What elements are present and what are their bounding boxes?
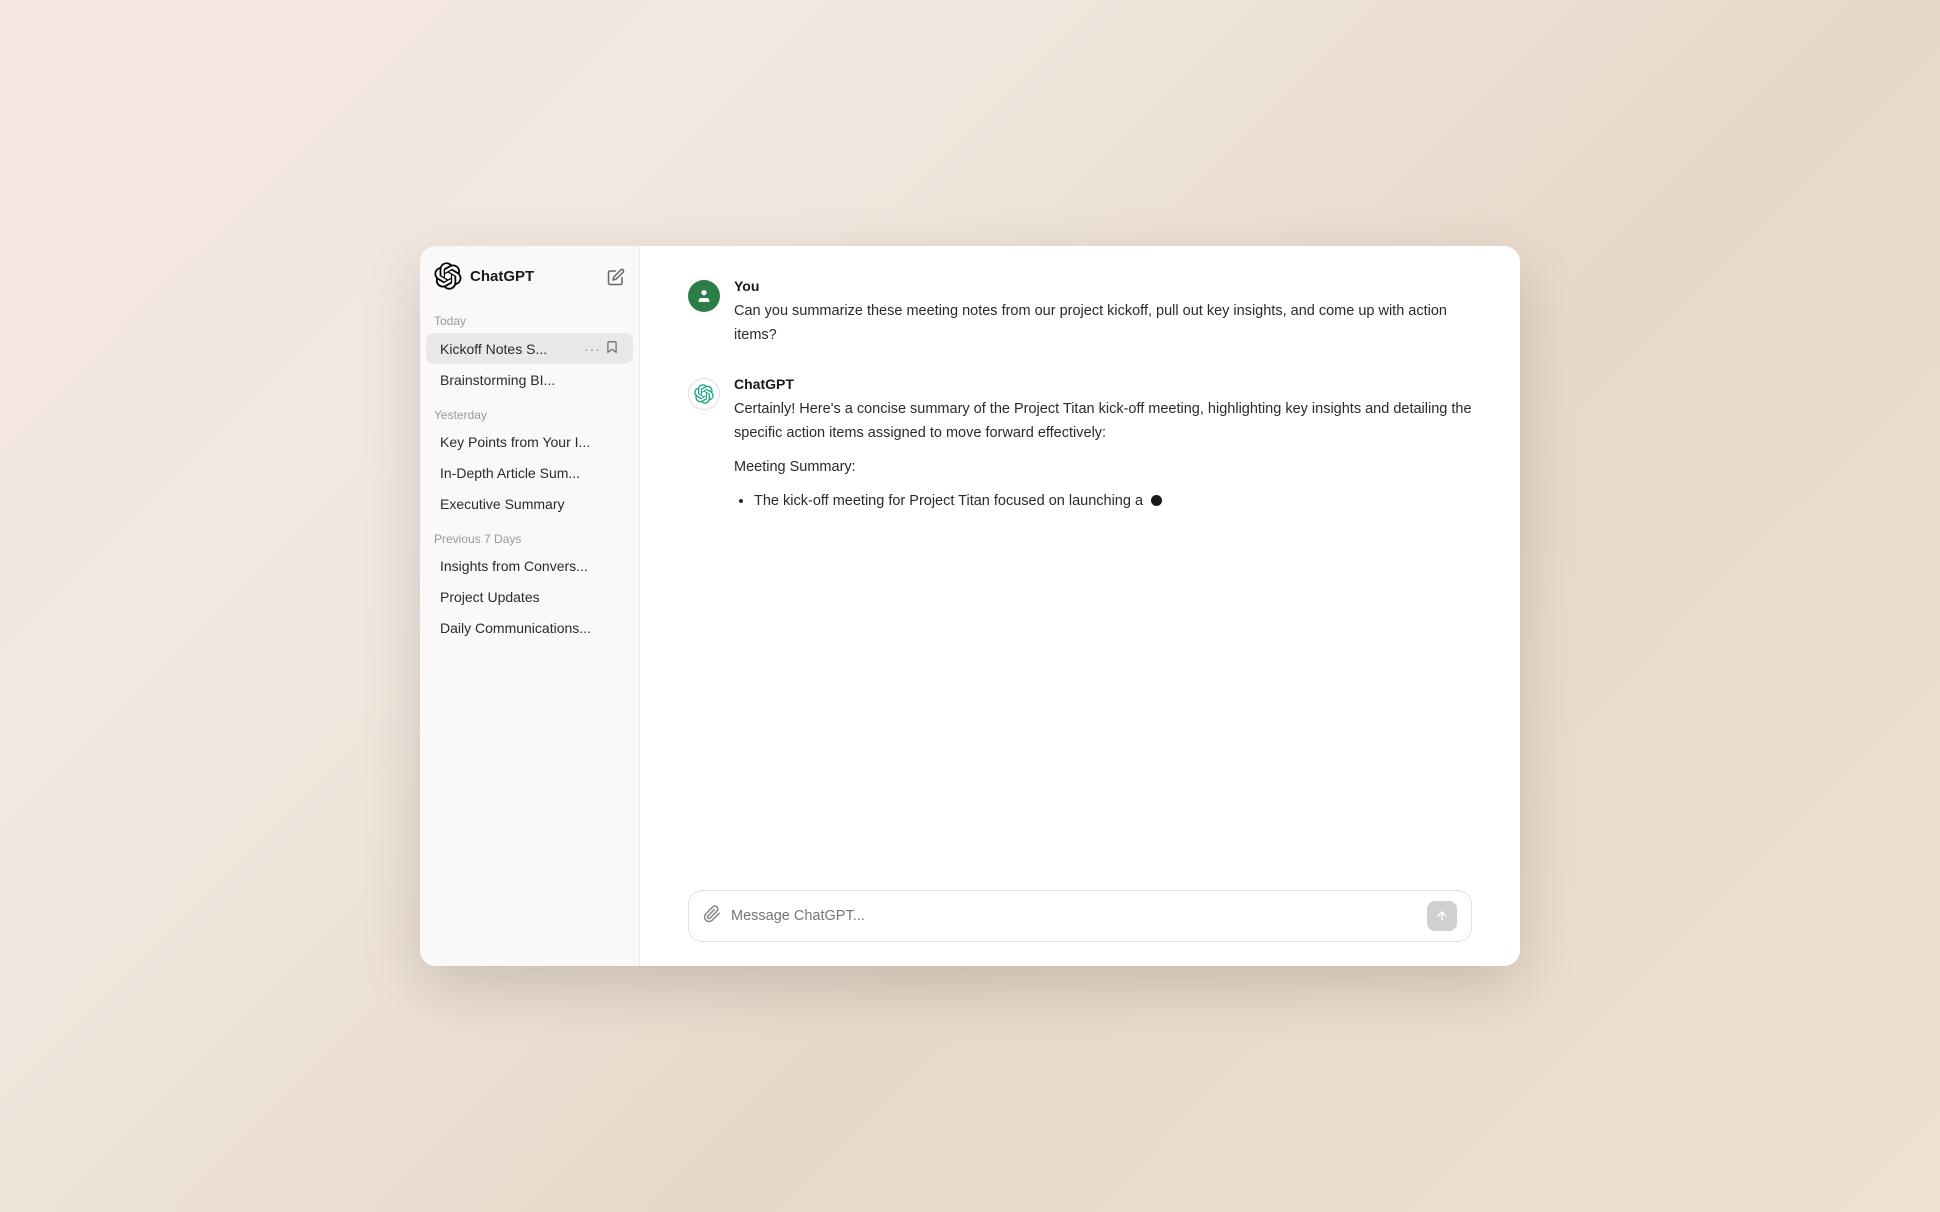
user-message-text: Can you summarize these meeting notes fr… <box>734 300 1472 348</box>
bullet-item: The kick-off meeting for Project Titan f… <box>754 490 1472 514</box>
sidebar-item-executive-label: Executive Summary <box>440 496 619 512</box>
attach-icon[interactable] <box>703 905 721 928</box>
app-window: ChatGPT Today Kickoff Notes S... ··· <box>420 246 1520 966</box>
sidebar-section-prev7: Previous 7 Days Insights from Convers...… <box>420 524 639 644</box>
sidebar-item-project[interactable]: Project Updates <box>426 582 633 612</box>
loading-dot <box>1151 495 1162 506</box>
user-message-content: You Can you summarize these meeting note… <box>734 278 1472 348</box>
message-input[interactable] <box>731 908 1417 924</box>
user-name: You <box>734 278 1472 294</box>
bot-avatar <box>688 378 720 410</box>
bot-name: ChatGPT <box>734 376 1472 392</box>
user-message-block: You Can you summarize these meeting note… <box>688 278 1472 348</box>
sidebar-item-kickoff-actions: ··· <box>584 340 619 357</box>
bot-message-text: Certainly! Here's a concise summary of t… <box>734 398 1472 514</box>
sidebar-item-brainstorming-label: Brainstorming BI... <box>440 372 619 388</box>
user-avatar <box>688 280 720 312</box>
send-button[interactable] <box>1427 901 1457 931</box>
edit-icon <box>607 268 625 286</box>
ellipsis-icon[interactable]: ··· <box>584 341 601 357</box>
sidebar-item-keypoints-label: Key Points from Your I... <box>440 434 619 450</box>
sidebar-item-executive[interactable]: Executive Summary <box>426 489 633 519</box>
sidebar-item-indepth[interactable]: In-Depth Article Sum... <box>426 458 633 488</box>
chatgpt-logo-icon <box>434 262 462 290</box>
sidebar-item-daily-label: Daily Communications... <box>440 620 619 636</box>
sidebar-item-insights-label: Insights from Convers... <box>440 558 619 574</box>
yesterday-label: Yesterday <box>420 400 639 426</box>
sidebar-item-kickoff[interactable]: Kickoff Notes S... ··· <box>426 333 633 364</box>
sidebar-section-today: Today Kickoff Notes S... ··· Brainstormi… <box>420 306 639 396</box>
sidebar-logo-area: ChatGPT <box>434 262 534 290</box>
bookmark-icon[interactable] <box>605 340 619 357</box>
sidebar-item-daily[interactable]: Daily Communications... <box>426 613 633 643</box>
sidebar-header: ChatGPT <box>420 262 639 306</box>
user-avatar-icon <box>696 288 712 304</box>
sidebar-item-project-label: Project Updates <box>440 589 619 605</box>
bot-message-content: ChatGPT Certainly! Here's a concise summ… <box>734 376 1472 518</box>
chat-area: You Can you summarize these meeting note… <box>640 246 1520 878</box>
send-icon <box>1435 909 1449 923</box>
new-chat-button[interactable] <box>605 266 625 286</box>
sidebar-section-yesterday: Yesterday Key Points from Your I... In-D… <box>420 400 639 520</box>
sidebar-item-insights[interactable]: Insights from Convers... <box>426 551 633 581</box>
sidebar-item-kickoff-label: Kickoff Notes S... <box>440 341 584 357</box>
main-content: You Can you summarize these meeting note… <box>640 246 1520 966</box>
bot-message-block: ChatGPT Certainly! Here's a concise summ… <box>688 376 1472 518</box>
sidebar-app-title: ChatGPT <box>470 268 534 285</box>
sidebar-item-brainstorming[interactable]: Brainstorming BI... <box>426 365 633 395</box>
sidebar-item-keypoints[interactable]: Key Points from Your I... <box>426 427 633 457</box>
chatgpt-avatar-icon <box>694 384 714 404</box>
sidebar-item-indepth-label: In-Depth Article Sum... <box>440 465 619 481</box>
message-input-box[interactable] <box>688 890 1472 942</box>
today-label: Today <box>420 306 639 332</box>
sidebar: ChatGPT Today Kickoff Notes S... ··· <box>420 246 640 966</box>
input-area <box>640 878 1520 966</box>
prev7-label: Previous 7 Days <box>420 524 639 550</box>
